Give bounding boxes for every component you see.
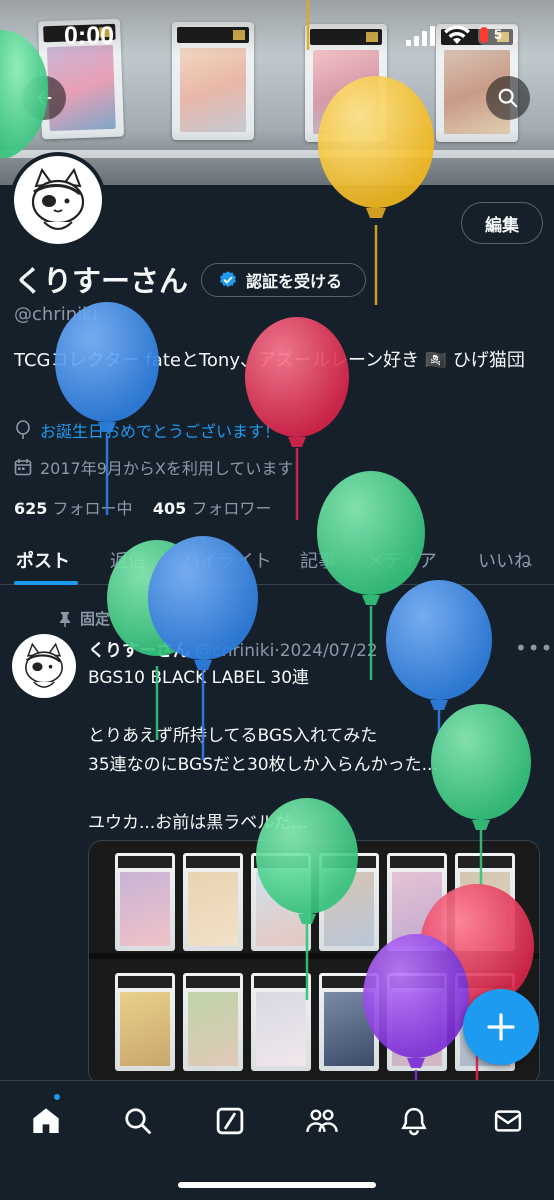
card-slab <box>319 853 379 951</box>
following-label: フォロー中 <box>52 499 133 518</box>
profile-bio: TCGコレクター fateとTony、アズールレーン好き 🏴‍☠️ ひげ猫団 <box>14 350 525 371</box>
balloon-icon <box>16 420 30 439</box>
status-time: 0:00 <box>64 22 115 50</box>
tab-replies[interactable]: 返信 <box>110 547 146 573</box>
joined-row: 2017年9月からXを利用しています <box>14 455 293 479</box>
cat-avatar-image <box>25 642 63 688</box>
card-slab <box>115 973 175 1071</box>
compose-button[interactable] <box>463 989 539 1065</box>
mail-icon <box>494 1110 522 1132</box>
post-line: 35連なのにBGSだと30枚しか入らんかった... <box>88 755 438 775</box>
post-line: とりあえず所持してるBGS入れてみた <box>88 726 378 746</box>
card-slab <box>251 973 311 1071</box>
tab-articles[interactable]: 記事 <box>300 547 336 573</box>
following-count: 625 <box>14 499 48 518</box>
post-author[interactable]: くりすーさん <box>88 641 190 661</box>
nav-messages[interactable] <box>488 1101 528 1141</box>
wifi-icon <box>444 25 470 44</box>
nav-grok[interactable] <box>210 1101 250 1141</box>
grok-icon <box>216 1107 244 1135</box>
profile-avatar[interactable] <box>10 152 106 248</box>
card-slab <box>115 853 175 951</box>
joined-text: 2017年9月からXを利用しています <box>40 459 294 478</box>
nav-home[interactable] <box>26 1101 66 1141</box>
birthday-text[interactable]: お誕生日おめでとうございます！ <box>40 418 280 442</box>
verify-label: 認証を受ける <box>246 272 343 291</box>
communities-icon <box>306 1109 338 1133</box>
battery-level: 5 <box>494 26 502 42</box>
followers-count: 405 <box>152 499 187 518</box>
active-tab-indicator <box>14 581 78 585</box>
post-line: ユウカ...お前は黒ラベルだ... <box>88 813 308 833</box>
nav-communities[interactable] <box>302 1101 342 1141</box>
home-icon <box>33 1108 59 1133</box>
edit-profile-button[interactable]: 編集 <box>461 202 543 244</box>
cat-avatar-image <box>31 167 85 230</box>
battery-indicator: 5 <box>478 25 518 45</box>
card-slab <box>387 853 447 951</box>
card-slab <box>387 973 447 1071</box>
post-line <box>88 693 538 722</box>
nav-explore[interactable] <box>118 1101 158 1141</box>
search-icon <box>125 1108 151 1134</box>
tab-media[interactable]: メディア <box>366 547 437 573</box>
more-options-icon[interactable]: ••• <box>515 636 553 660</box>
calendar-icon <box>14 459 32 476</box>
post-header: くりすーさん @chriniki·2024/07/22 <box>88 641 378 661</box>
cellular-signal-icon <box>406 26 436 46</box>
status-bar: 0:00 5 <box>0 0 554 70</box>
follow-stats: 625 フォロー中 405 フォロワー <box>14 495 271 519</box>
profile-name: くりすーさん <box>14 264 189 298</box>
tab-likes[interactable]: いいね <box>478 547 532 573</box>
post-date[interactable]: 2024/07/22 <box>280 641 378 661</box>
followers-label: フォロワー <box>191 499 272 518</box>
verified-badge-icon <box>220 271 236 288</box>
home-indicator[interactable] <box>178 1182 376 1188</box>
get-verified-button[interactable]: 認証を受ける <box>201 263 366 297</box>
card-slab <box>319 973 379 1071</box>
tab-highlights[interactable]: ハイライト <box>182 547 272 573</box>
card-slab <box>183 853 243 951</box>
birthday-row[interactable]: お誕生日おめでとうございます！ <box>14 418 280 442</box>
search-button[interactable] <box>486 76 530 120</box>
card-slab <box>183 973 243 1071</box>
bell-icon <box>401 1107 427 1136</box>
pinned-label-row: 固定 <box>58 608 110 629</box>
post-text: BGS10 BLACK LABEL 30連 とりあえず所持してるBGS入れてみた… <box>88 664 538 838</box>
nav-notifications[interactable] <box>394 1101 434 1141</box>
pinned-label: 固定 <box>80 610 111 628</box>
arrow-left-icon <box>36 90 52 106</box>
post-avatar[interactable] <box>12 634 76 698</box>
profile-handle: @chriniki <box>14 304 98 325</box>
notification-dot <box>52 1092 62 1102</box>
card-slab <box>455 853 515 951</box>
back-button[interactable] <box>22 76 66 120</box>
search-icon <box>498 88 518 108</box>
plus-icon <box>487 1013 515 1041</box>
tab-posts[interactable]: ポスト <box>16 547 70 573</box>
pin-icon <box>60 611 70 627</box>
following-link[interactable]: 625 フォロー中 <box>14 499 133 518</box>
profile-tabs: ポスト 返信 ハイライト 記事 メディア いいね <box>0 535 554 585</box>
post-handle[interactable]: @chriniki <box>195 641 274 661</box>
followers-link[interactable]: 405 フォロワー <box>153 499 272 518</box>
card-slab <box>251 853 311 951</box>
post-line: BGS10 BLACK LABEL 30連 <box>88 668 310 688</box>
post-line <box>88 780 538 809</box>
